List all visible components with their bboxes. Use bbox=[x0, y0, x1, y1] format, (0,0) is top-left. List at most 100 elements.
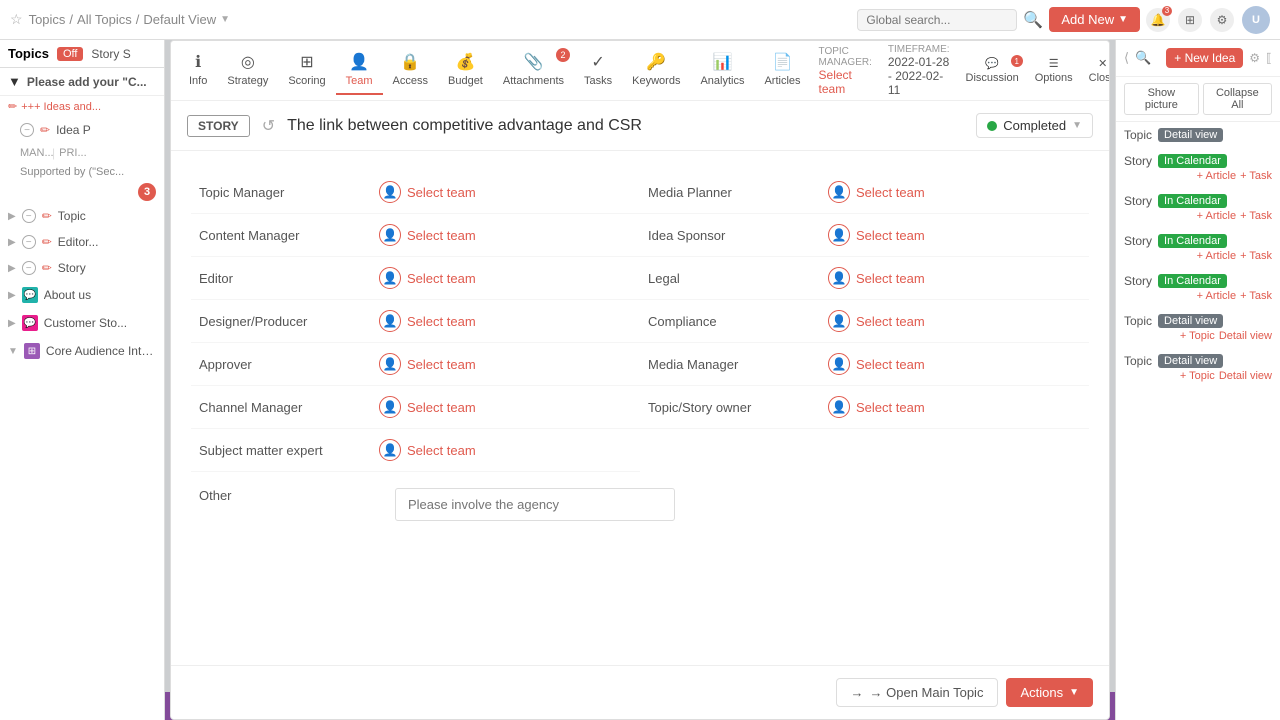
right-item-1-label: Topic bbox=[1124, 128, 1152, 142]
idea-sponsor-select[interactable]: 👤 Select team bbox=[828, 224, 925, 246]
topic-story-owner-select[interactable]: 👤 Select team bbox=[828, 396, 925, 418]
keywords-icon: 🔑 bbox=[646, 52, 666, 72]
open-main-topic-button[interactable]: → → Open Main Topic bbox=[836, 678, 999, 707]
add-topic-btn-6[interactable]: + Topic bbox=[1180, 330, 1215, 342]
edit-icon-editor: ✏ bbox=[42, 235, 52, 249]
add-article-btn-4[interactable]: + Article bbox=[1197, 250, 1236, 262]
budget-icon: 💰 bbox=[455, 52, 475, 72]
access-icon: 🔒 bbox=[400, 52, 420, 72]
about-us-label: About us bbox=[44, 288, 156, 302]
add-article-btn-3[interactable]: + Article bbox=[1197, 210, 1236, 222]
topics-toggle[interactable]: Off bbox=[57, 47, 83, 61]
designer-select-label: Select team bbox=[407, 314, 476, 329]
story-title: The link between competitive advantage a… bbox=[287, 117, 976, 135]
compliance-role: Compliance bbox=[648, 314, 828, 329]
please-add-section[interactable]: ▼ Please add your "C... bbox=[0, 68, 164, 96]
sidebar-item-topic[interactable]: ▶ − ✏ Topic bbox=[0, 203, 164, 229]
add-task-btn-5[interactable]: + Task bbox=[1240, 290, 1272, 302]
detail-view-btn-7[interactable]: Detail view bbox=[1219, 370, 1272, 382]
person-icon-tso: 👤 bbox=[828, 396, 850, 418]
settings-icon-right[interactable]: ⚙ bbox=[1249, 51, 1260, 65]
actions-button[interactable]: Actions ▼ bbox=[1006, 678, 1093, 707]
editor-select[interactable]: 👤 Select team bbox=[379, 267, 476, 289]
content-manager-select[interactable]: 👤 Select team bbox=[379, 224, 476, 246]
toolbar-keywords[interactable]: 🔑 Keywords bbox=[622, 46, 690, 95]
toolbar-budget[interactable]: 💰 Budget bbox=[438, 46, 493, 95]
media-planner-select[interactable]: 👤 Select team bbox=[828, 181, 925, 203]
collapse-icon[interactable]: ⟨ bbox=[1124, 50, 1129, 66]
topic-manager-value[interactable]: Select team bbox=[819, 68, 872, 96]
breadcrumb-all-topics[interactable]: All Topics bbox=[77, 12, 132, 27]
toolbar-scoring[interactable]: ⊞ Scoring bbox=[278, 46, 335, 95]
media-manager-select[interactable]: 👤 Select team bbox=[828, 353, 925, 375]
search-icon-right[interactable]: 🔍 bbox=[1135, 50, 1151, 66]
toolbar-info[interactable]: ℹ Info bbox=[179, 46, 217, 95]
breadcrumb-topics[interactable]: Topics bbox=[29, 12, 66, 27]
search-icon[interactable]: 🔍 bbox=[1023, 10, 1043, 30]
modal-toolbar: ℹ Info ◎ Strategy ⊞ Scoring 👤 Team bbox=[171, 41, 1109, 101]
toolbar-articles[interactable]: 📄 Articles bbox=[754, 46, 810, 95]
show-picture-button[interactable]: Show picture bbox=[1124, 83, 1199, 115]
caret-right-about: ▶ bbox=[8, 290, 16, 301]
sidebar-item-about-us[interactable]: ▶ 💬 About us bbox=[0, 281, 164, 309]
status-select[interactable]: Completed ▼ bbox=[976, 113, 1093, 138]
notifications-icon[interactable]: 🔔3 bbox=[1146, 8, 1170, 32]
approver-select[interactable]: 👤 Select team bbox=[379, 353, 476, 375]
add-new-button[interactable]: Add New ▼ bbox=[1049, 7, 1140, 32]
strategy-label: Strategy bbox=[227, 75, 268, 87]
toolbar-analytics[interactable]: 📊 Analytics bbox=[690, 46, 754, 95]
collapse-all-button[interactable]: Collapse All bbox=[1203, 83, 1272, 115]
ideas-row[interactable]: ✏ +++ Ideas and... bbox=[0, 96, 164, 117]
avatar[interactable]: U bbox=[1242, 6, 1270, 34]
toolbar-tasks[interactable]: ✓ Tasks bbox=[574, 46, 622, 95]
right-item-7-actions: + Topic Detail view bbox=[1180, 370, 1272, 382]
global-search-input[interactable] bbox=[857, 9, 1017, 31]
add-task-btn-3[interactable]: + Task bbox=[1240, 210, 1272, 222]
budget-label: Budget bbox=[448, 75, 483, 87]
other-label: Other bbox=[199, 488, 379, 503]
toolbar-options[interactable]: ☰ Options bbox=[1035, 57, 1073, 84]
toolbar-attachments[interactable]: 📎 Attachments 2 bbox=[493, 46, 574, 95]
add-topic-btn-7[interactable]: + Topic bbox=[1180, 370, 1215, 382]
toolbar-close[interactable]: ✕ Close bbox=[1089, 57, 1110, 84]
channel-manager-select[interactable]: 👤 Select team bbox=[379, 396, 476, 418]
add-article-btn-2[interactable]: + Article bbox=[1197, 170, 1236, 182]
star-icon[interactable]: ☆ bbox=[10, 11, 23, 28]
topic-manager-select-label: Select team bbox=[407, 185, 476, 200]
reset-icon[interactable]: ↺ bbox=[262, 116, 275, 136]
new-idea-button[interactable]: + New Idea bbox=[1166, 48, 1243, 68]
toolbar-discussion[interactable]: 💬 Discussion 1 bbox=[966, 57, 1019, 84]
breadcrumb-view[interactable]: Default View bbox=[143, 12, 216, 27]
sidebar-item-core-audience[interactable]: ▼ ⊞ Core Audience Interests bbox=[0, 337, 164, 365]
sidebar-item-editor[interactable]: ▶ − ✏ Editor... bbox=[0, 229, 164, 255]
add-article-btn-5[interactable]: + Article bbox=[1197, 290, 1236, 302]
settings-icon[interactable]: ⚙ bbox=[1210, 8, 1234, 32]
toolbar-strategy[interactable]: ◎ Strategy bbox=[217, 46, 278, 95]
legal-select[interactable]: 👤 Select team bbox=[828, 267, 925, 289]
channel-manager-role: Channel Manager bbox=[199, 400, 379, 415]
other-input[interactable] bbox=[395, 488, 675, 521]
grid-icon[interactable]: ⊞ bbox=[1178, 8, 1202, 32]
right-item-2-badge: In Calendar bbox=[1158, 154, 1227, 168]
sidebar-item-story[interactable]: ▶ − ✏ Story bbox=[0, 255, 164, 281]
story-filter[interactable]: Story S bbox=[91, 47, 130, 61]
topic-manager-select[interactable]: 👤 Select team bbox=[379, 181, 476, 203]
sme-select[interactable]: 👤 Select team bbox=[379, 439, 476, 461]
sidebar-item-idea-p[interactable]: − ✏ Idea P bbox=[0, 117, 164, 143]
scoring-label: Scoring bbox=[288, 75, 325, 87]
detail-view-btn-6[interactable]: Detail view bbox=[1219, 330, 1272, 342]
minus-icon: − bbox=[20, 123, 34, 137]
add-task-btn-2[interactable]: + Task bbox=[1240, 170, 1272, 182]
collapse-all-icon[interactable]: ⟦ bbox=[1266, 51, 1272, 65]
content-manager-select-label: Select team bbox=[407, 228, 476, 243]
designer-select[interactable]: 👤 Select team bbox=[379, 310, 476, 332]
close-label: Close bbox=[1089, 72, 1110, 84]
toolbar-access[interactable]: 🔒 Access bbox=[383, 46, 438, 95]
sidebar-item-customer-stories[interactable]: ▶ 💬 Customer Sto... bbox=[0, 309, 164, 337]
toolbar-team[interactable]: 👤 Team bbox=[336, 46, 383, 95]
timeframe-value[interactable]: 2022-01-28 - 2022-02-11 bbox=[888, 55, 950, 97]
add-task-btn-4[interactable]: + Task bbox=[1240, 250, 1272, 262]
media-manager-role: Media Manager bbox=[648, 357, 828, 372]
compliance-select[interactable]: 👤 Select team bbox=[828, 310, 925, 332]
status-caret-icon: ▼ bbox=[1072, 120, 1082, 131]
